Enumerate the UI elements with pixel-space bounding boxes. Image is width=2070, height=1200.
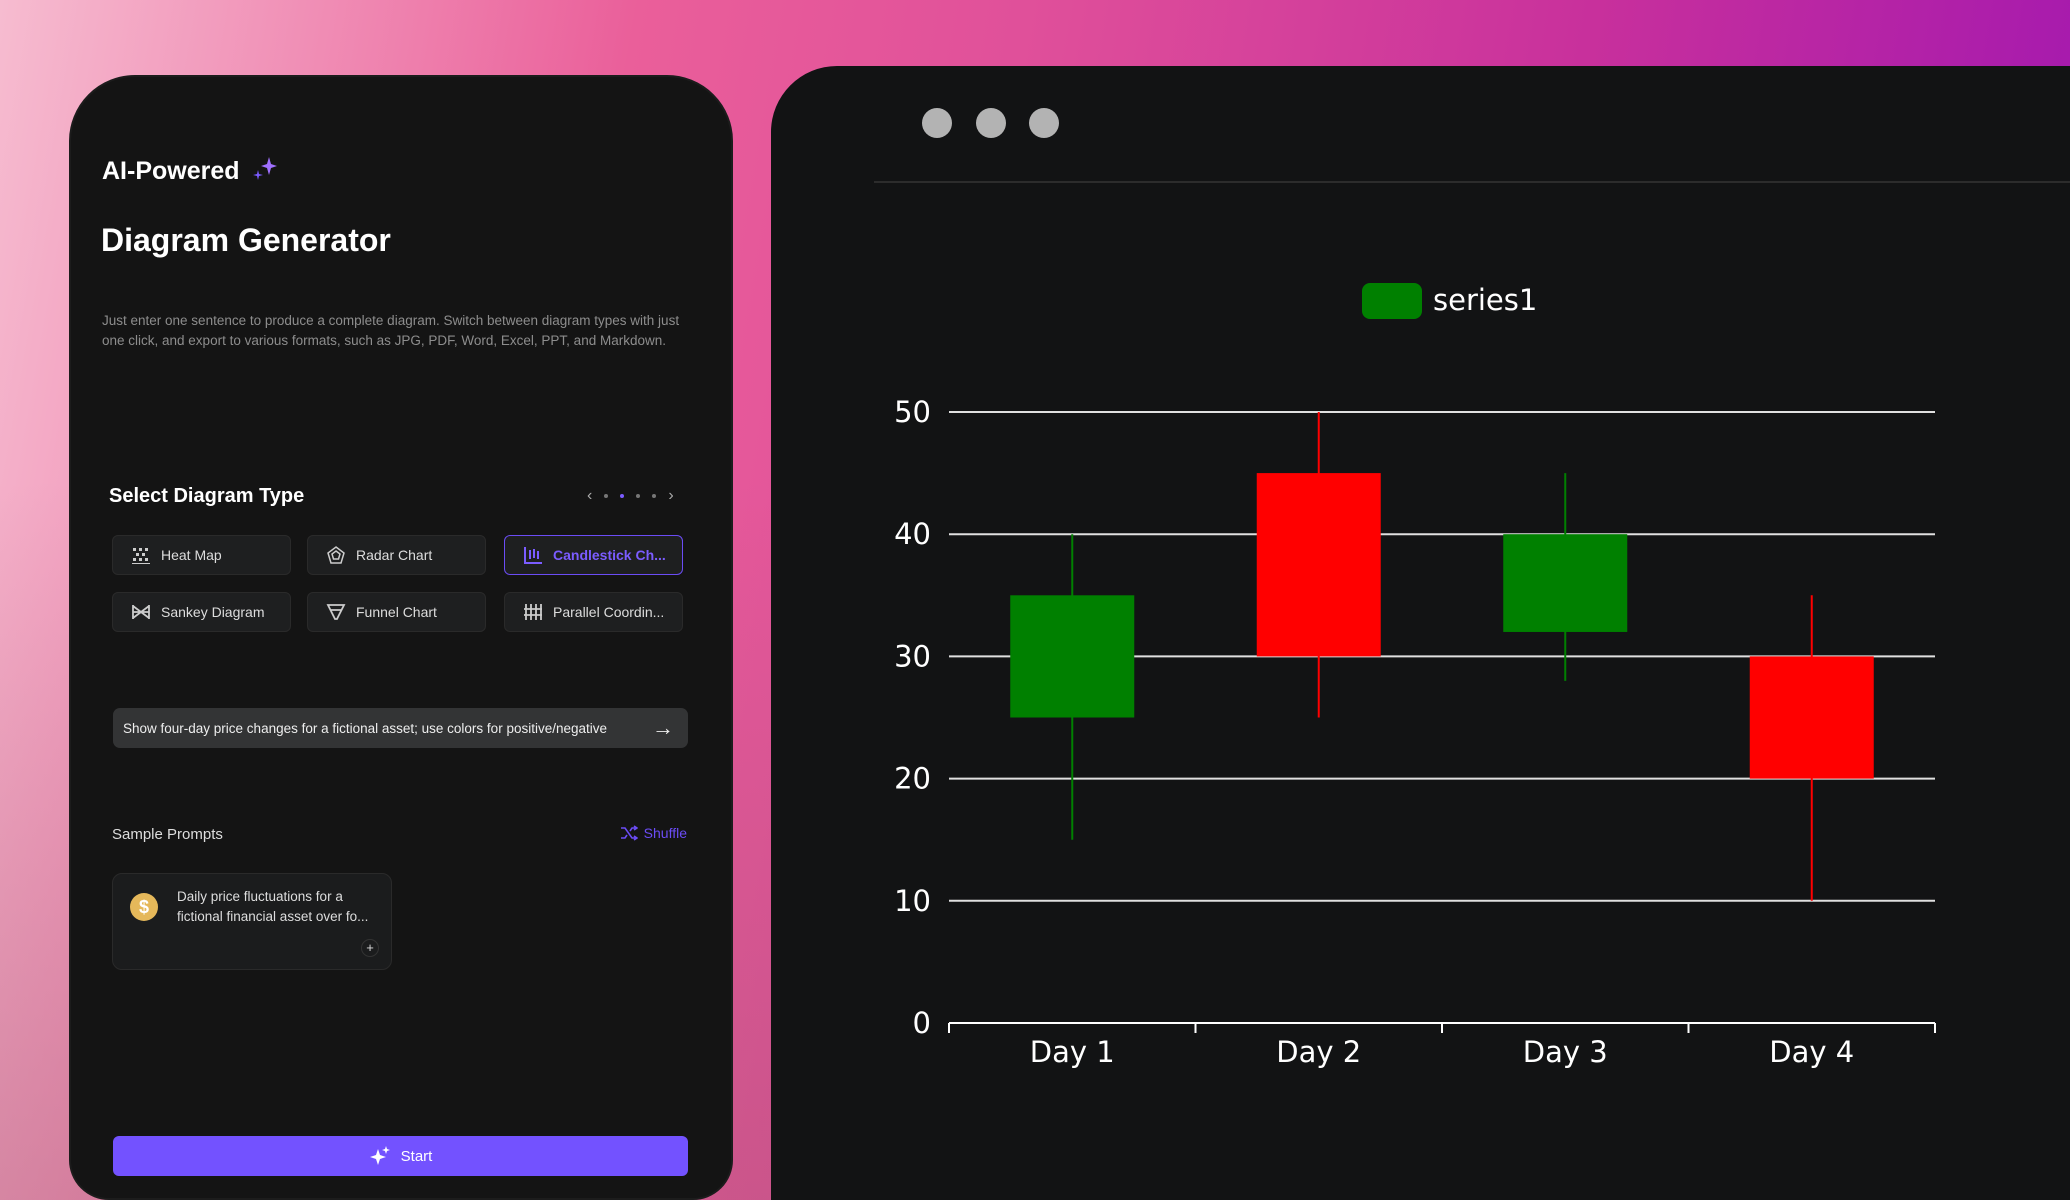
y-tick-label: 0 [913, 1006, 931, 1040]
candlestick-chart: series1 0 10 20 30 40 50 Day 1 Day 2 Day 3 Day 4 [894, 283, 1936, 1069]
x-tick-label: Day 3 [1523, 1035, 1608, 1069]
y-tick-label: 10 [894, 884, 931, 918]
legend: series1 [1362, 283, 1537, 319]
candle-body [1749, 656, 1874, 779]
x-tick-label: Day 2 [1276, 1035, 1361, 1069]
x-tick-label: Day 4 [1769, 1035, 1854, 1069]
candle-body [1256, 473, 1381, 657]
legend-label: series1 [1433, 283, 1537, 317]
y-tick-label: 40 [894, 517, 931, 551]
y-tick-label: 20 [894, 762, 931, 796]
x-tick-label: Day 1 [1030, 1035, 1115, 1069]
candle-body [1503, 534, 1628, 632]
y-tick-label: 30 [894, 639, 931, 673]
y-tick-label: 50 [894, 395, 931, 429]
legend-swatch [1362, 283, 1422, 319]
candle-body [1010, 595, 1135, 718]
